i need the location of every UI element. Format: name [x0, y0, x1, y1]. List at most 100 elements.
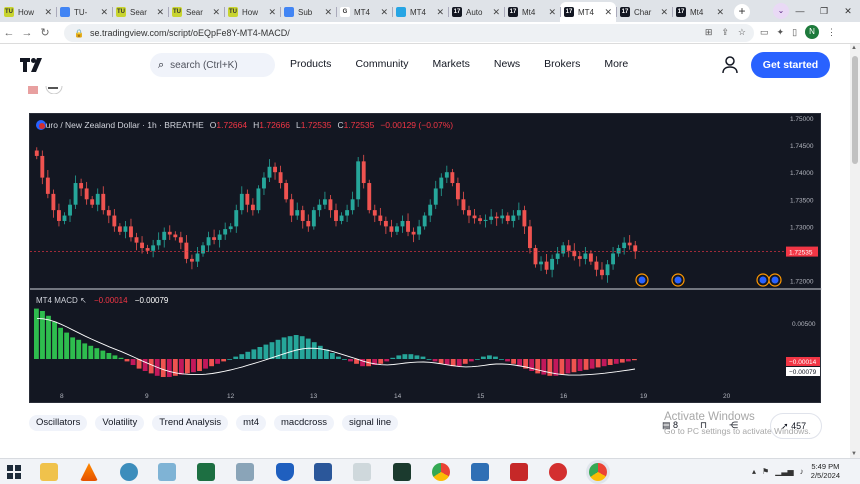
tab-close-icon[interactable]: ✕	[548, 7, 556, 18]
camera-app-icon[interactable]	[471, 463, 489, 481]
nav-brokers[interactable]: Brokers	[544, 58, 580, 70]
browser-tab[interactable]: TU Sear ✕	[112, 2, 168, 22]
tab-close-icon[interactable]: ✕	[44, 7, 52, 18]
profile-avatar[interactable]: N	[805, 25, 820, 39]
word-icon[interactable]	[314, 463, 332, 481]
forward-icon[interactable]: →	[18, 27, 36, 39]
nav-news[interactable]: News	[494, 58, 520, 70]
computer-icon[interactable]	[236, 463, 254, 481]
tag-oscillators[interactable]: Oscillators	[29, 415, 88, 431]
browser-tab[interactable]: 17 Mt4 ✕	[504, 2, 560, 22]
tradingview-logo[interactable]	[20, 58, 44, 76]
candle-body	[328, 199, 333, 211]
capcut-icon[interactable]	[393, 463, 411, 481]
browser-tab[interactable]: MT4 ✕	[392, 2, 448, 22]
notes-app-icon[interactable]	[158, 463, 176, 481]
macd-histogram-bar	[269, 342, 275, 359]
tab-close-icon[interactable]: ✕	[604, 7, 612, 18]
scrollbar-thumb[interactable]	[852, 56, 858, 164]
user-icon[interactable]	[722, 56, 738, 74]
macd-histogram-bar	[329, 353, 335, 359]
tab-close-icon[interactable]: ✕	[716, 7, 724, 18]
browser-tab[interactable]: 17 Mt4 ✕	[672, 2, 728, 22]
clock[interactable]: 5:49 PM 2/5/2024	[811, 462, 840, 480]
tray-signal-icon[interactable]: ▁▃▅	[775, 467, 793, 476]
chrome-active-icon[interactable]	[589, 463, 607, 481]
address-bar[interactable]: 🔒 se.tradingview.com/script/oEQpFe8Y-MT4…	[64, 24, 754, 42]
tab-search-icon[interactable]: ⌄	[773, 3, 789, 19]
bookmark-star-icon[interactable]: ☆	[738, 27, 746, 38]
browser-tab[interactable]: 17 Auto ✕	[448, 2, 504, 22]
browser-tab[interactable]: 17 Char ✕	[616, 2, 672, 22]
time-axis-label: 9	[145, 393, 149, 400]
share-network-icon[interactable]: ⋲	[729, 420, 738, 431]
tab-favicon-icon	[284, 7, 294, 17]
tab-close-icon[interactable]: ✕	[268, 7, 276, 18]
tab-close-icon[interactable]: ✕	[380, 7, 388, 18]
chrome-icon[interactable]	[432, 463, 450, 481]
new-tab-icon[interactable]: +	[734, 4, 750, 20]
excel-icon[interactable]	[197, 463, 215, 481]
winrar-icon[interactable]	[510, 463, 528, 481]
opera-icon[interactable]	[549, 463, 567, 481]
bookmark-icon[interactable]: ⊓	[700, 420, 707, 431]
tag-macdcross[interactable]: macdcross	[274, 415, 334, 431]
globe-app-icon[interactable]	[120, 463, 138, 481]
minimize-icon[interactable]: —	[788, 6, 812, 16]
tab-close-icon[interactable]: ✕	[100, 7, 108, 18]
tag-mt4[interactable]: mt4	[236, 415, 267, 431]
chart-widget[interactable]: 1.75000 1.74500 1.74000 1.73500 1.73000 1.725…	[29, 113, 822, 404]
cast-icon[interactable]: ▭	[760, 27, 769, 38]
macd-histogram-bar	[191, 359, 196, 373]
nav-community[interactable]: Community	[355, 58, 408, 70]
tray-volume-icon[interactable]: ♪	[800, 467, 804, 476]
tag-volatility[interactable]: Volatility	[95, 415, 145, 431]
translate-icon[interactable]: ⊞	[705, 27, 713, 38]
calculator-icon[interactable]	[353, 463, 371, 481]
comments-button[interactable]: ▤ 8	[662, 420, 678, 431]
browser-tab[interactable]: Sub ✕	[280, 2, 336, 22]
browser-tab[interactable]: TU How ✕	[224, 2, 280, 22]
scroll-up-icon[interactable]: ▲	[851, 45, 857, 51]
sidebar-icon[interactable]: ▯	[792, 27, 797, 38]
candle-body	[278, 172, 283, 184]
vlc-icon[interactable]	[80, 463, 98, 481]
tray-chevron-icon[interactable]: ▴	[752, 467, 756, 476]
macd-histogram-bar	[589, 359, 595, 369]
tray-flag-icon[interactable]: ⚑	[762, 467, 769, 476]
browser-tab[interactable]: 17 MT4 ✕	[560, 2, 616, 22]
nav-markets[interactable]: Markets	[433, 58, 470, 70]
tab-close-icon[interactable]: ✕	[660, 7, 668, 18]
security-shield-icon[interactable]	[276, 463, 294, 481]
browser-tab[interactable]: TU How ✕	[0, 2, 56, 22]
reload-icon[interactable]: ↻	[36, 26, 54, 39]
browser-tab[interactable]: TU- ✕	[56, 2, 112, 22]
back-icon[interactable]: ←	[0, 27, 18, 39]
tag-trend-analysis[interactable]: Trend Analysis	[152, 415, 229, 431]
chart-canvas[interactable]: 1.75000 1.74500 1.74000 1.73500 1.73000 1.725…	[30, 114, 822, 404]
nav-products[interactable]: Products	[290, 58, 331, 70]
tab-close-icon[interactable]: ✕	[156, 7, 164, 18]
share-icon[interactable]: ⇪	[721, 27, 729, 38]
boost-button[interactable]: ➚ 457	[770, 413, 822, 439]
file-explorer-icon[interactable]	[40, 463, 58, 481]
extensions-icon[interactable]: ✦	[777, 27, 785, 38]
browser-tab[interactable]: G MT4 ✕	[336, 2, 392, 22]
tab-close-icon[interactable]: ✕	[212, 7, 220, 18]
nav-more[interactable]: More	[604, 58, 628, 70]
get-started-button[interactable]: Get started	[751, 52, 830, 78]
tag-signal-line[interactable]: signal line	[341, 415, 399, 431]
browser-tab[interactable]: TU Sear ✕	[168, 2, 224, 22]
tab-close-icon[interactable]: ✕	[436, 7, 444, 18]
script-tags: Oscillators Volatility Trend Analysis mt…	[29, 415, 399, 431]
maximize-icon[interactable]: ❐	[812, 6, 836, 17]
author-avatar[interactable]	[28, 86, 68, 94]
browser-menu-icon[interactable]: ⋮	[827, 27, 836, 38]
start-button[interactable]	[7, 465, 21, 479]
page-scrollbar[interactable]: ▲ ▼	[850, 44, 860, 458]
close-window-icon[interactable]: ✕	[836, 6, 860, 17]
tab-close-icon[interactable]: ✕	[492, 7, 500, 18]
scroll-down-icon[interactable]: ▼	[851, 451, 857, 457]
tab-close-icon[interactable]: ✕	[324, 7, 332, 18]
site-search-input[interactable]: ⌕ search (Ctrl+K)	[150, 53, 275, 77]
